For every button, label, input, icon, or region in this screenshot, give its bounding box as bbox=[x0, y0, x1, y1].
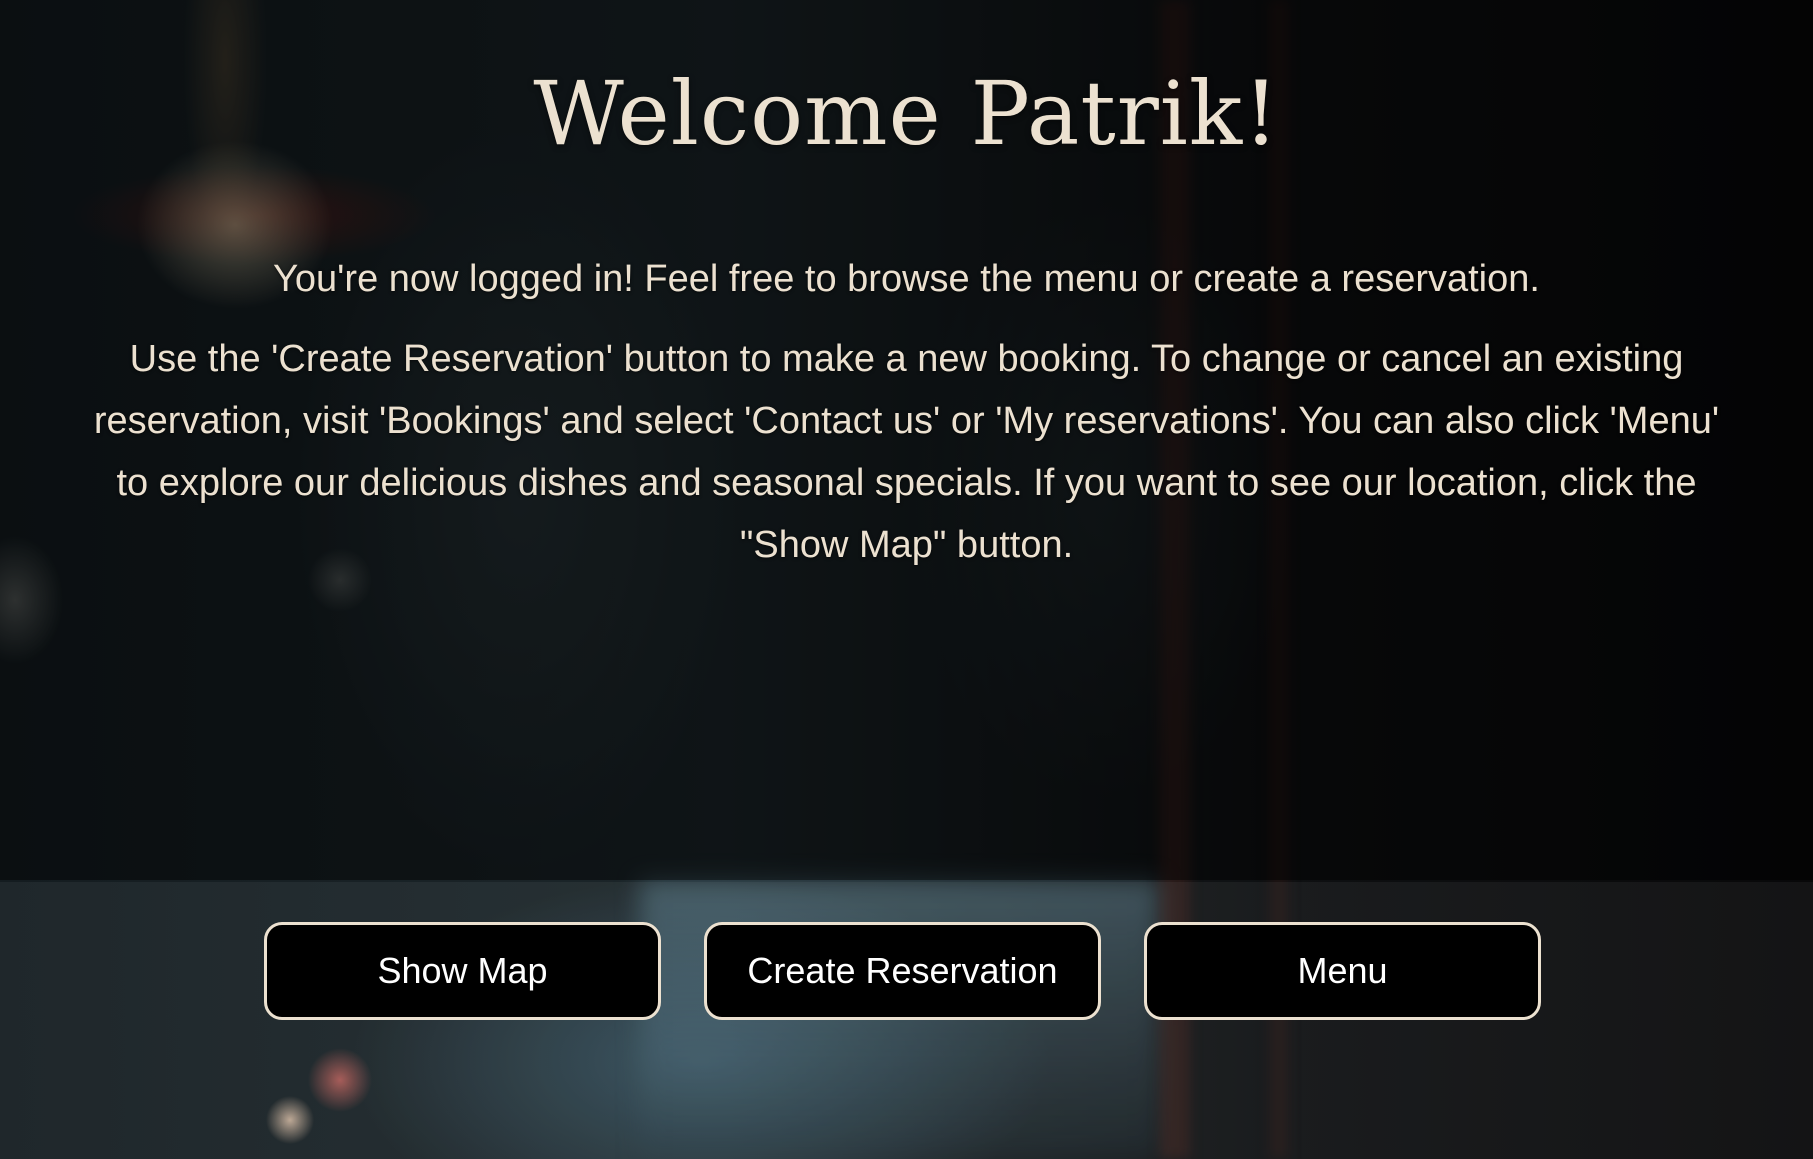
login-confirmation-text: You're now logged in! Feel free to brows… bbox=[273, 258, 1540, 300]
page-title: Welcome Patrik! bbox=[533, 62, 1280, 165]
menu-button[interactable]: Menu bbox=[1144, 922, 1541, 1020]
show-map-button[interactable]: Show Map bbox=[264, 922, 661, 1020]
instructions-text: Use the 'Create Reservation' button to m… bbox=[93, 338, 1720, 566]
welcome-message: You're now logged in! Feel free to brows… bbox=[90, 248, 1723, 576]
welcome-page: Welcome Patrik! You're now logged in! Fe… bbox=[0, 0, 1813, 1159]
create-reservation-button[interactable]: Create Reservation bbox=[704, 922, 1101, 1020]
